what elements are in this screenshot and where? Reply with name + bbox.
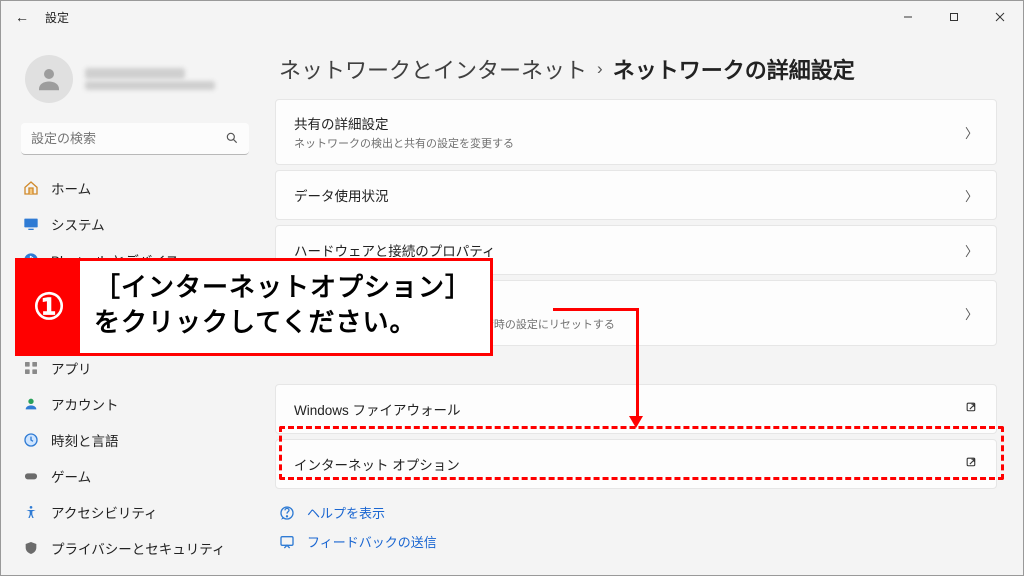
external-link-icon (965, 401, 978, 417)
sidebar-item-label: ゲーム (51, 466, 91, 486)
link-label: ヘルプを表示 (307, 503, 385, 522)
system-icon (23, 216, 39, 232)
profile-email-redacted (85, 81, 215, 90)
link-help[interactable]: ヘルプを表示 (279, 503, 997, 522)
privacy-icon (23, 540, 39, 556)
profile-text (85, 68, 215, 90)
chevron-right-icon: 〉 (965, 123, 978, 142)
sidebar-item-label: アカウント (51, 394, 119, 414)
accessibility-icon (23, 504, 39, 520)
apps-icon (23, 360, 39, 376)
annotation-arrow (553, 308, 638, 311)
breadcrumb-parent[interactable]: ネットワークとインターネット (279, 53, 587, 85)
sidebar-item-accessibility[interactable]: アクセシビリティ (9, 495, 261, 529)
annotation-arrow-head (629, 416, 643, 428)
sidebar-item-privacy[interactable]: プライバシーとセキュリティ (9, 531, 261, 565)
card-title: データ使用状況 (294, 185, 389, 205)
settings-window: ← 設定 (0, 0, 1024, 576)
maximize-button[interactable] (931, 1, 977, 33)
external-link-icon (965, 456, 978, 472)
breadcrumb: ネットワークとインターネット › ネットワークの詳細設定 (279, 53, 997, 85)
card-description: ネットワークの検出と共有の設定を変更する (294, 135, 514, 151)
time-language-icon (23, 432, 39, 448)
sidebar-item-label: アクセシビリティ (51, 502, 158, 522)
sidebar-item-label: システム (51, 214, 105, 234)
page-title: ネットワークの詳細設定 (613, 53, 855, 85)
card-advanced-sharing[interactable]: 共有の詳細設定 ネットワークの検出と共有の設定を変更する 〉 (275, 99, 997, 165)
chevron-right-icon: › (597, 59, 603, 79)
search-input[interactable] (21, 123, 249, 155)
sidebar-item-label: 時刻と言語 (51, 430, 119, 450)
search-icon (225, 131, 239, 148)
home-icon (23, 180, 39, 196)
accounts-icon (23, 396, 39, 412)
window-title: 設定 (45, 9, 69, 26)
profile-block[interactable] (1, 47, 269, 119)
chevron-right-icon: 〉 (965, 186, 978, 205)
sidebar-item-gaming[interactable]: ゲーム (9, 459, 261, 493)
back-button[interactable]: ← (15, 9, 29, 25)
card-title: Windows ファイアウォール (294, 399, 461, 419)
sidebar-item-system[interactable]: システム (9, 207, 261, 241)
sidebar-item-time-language[interactable]: 時刻と言語 (9, 423, 261, 457)
sidebar-item-home[interactable]: ホーム (9, 171, 261, 205)
annotation-callout: ① ［インターネットオプション］ をクリックしてください。 (15, 258, 493, 356)
sidebar-item-accounts[interactable]: アカウント (9, 387, 261, 421)
window-controls (885, 1, 1023, 33)
card-title: 共有の詳細設定 (294, 113, 514, 133)
avatar (25, 55, 73, 103)
card-title: インターネット オプション (294, 454, 460, 474)
annotation-step-number: ① (18, 261, 80, 353)
profile-name-redacted (85, 68, 185, 79)
sidebar-item-windows-update[interactable]: Windows Update (9, 567, 261, 576)
sidebar-item-label: プライバシーとセキュリティ (51, 538, 225, 558)
gaming-icon (23, 468, 39, 484)
title-bar: ← 設定 (1, 1, 1023, 33)
help-icon (279, 505, 295, 521)
sidebar-item-label: アプリ (51, 358, 92, 378)
chevron-right-icon: 〉 (965, 241, 978, 260)
chevron-right-icon: 〉 (965, 304, 978, 323)
annotation-arrow (636, 308, 639, 418)
card-internet-options[interactable]: インターネット オプション (275, 439, 997, 489)
footer-links: ヘルプを表示 フィードバックの送信 (275, 503, 997, 551)
annotation-text: ［インターネットオプション］ をクリックしてください。 (80, 261, 490, 353)
close-button[interactable] (977, 1, 1023, 33)
minimize-button[interactable] (885, 1, 931, 33)
sidebar-item-label: ホーム (51, 178, 91, 198)
link-label: フィードバックの送信 (307, 532, 437, 551)
feedback-icon (279, 534, 295, 550)
card-title: ハードウェアと接続のプロパティ (294, 240, 495, 260)
nav-list: ホーム システム Bluetooth とデバイス ネットワークとインターネット … (1, 165, 269, 576)
link-feedback[interactable]: フィードバックの送信 (279, 532, 997, 551)
card-data-usage[interactable]: データ使用状況 〉 (275, 170, 997, 220)
search-box[interactable] (21, 123, 249, 155)
